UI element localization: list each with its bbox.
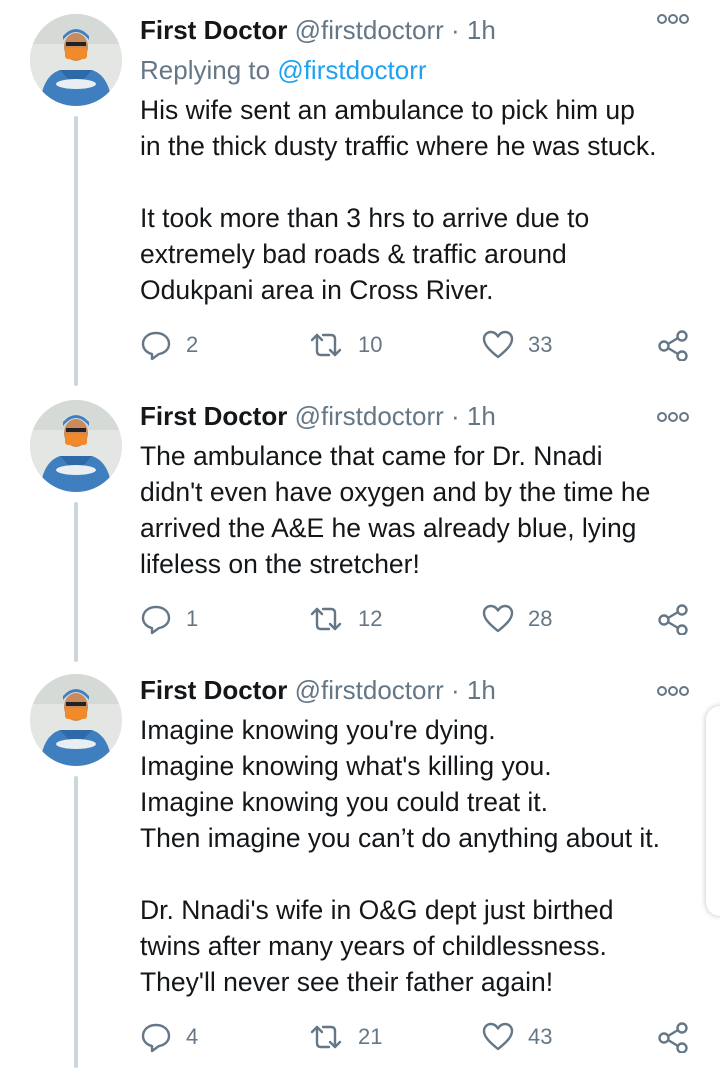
share-button[interactable] bbox=[656, 599, 690, 639]
avatar[interactable] bbox=[30, 674, 122, 766]
heart-icon bbox=[482, 1022, 514, 1051]
separator: · bbox=[451, 15, 460, 45]
thread-connector bbox=[74, 776, 78, 1068]
user-handle[interactable]: @firstdoctorr bbox=[295, 675, 444, 705]
retweet-count: 10 bbox=[358, 332, 383, 357]
like-count: 28 bbox=[528, 606, 553, 631]
user-handle[interactable]: @firstdoctorr bbox=[295, 15, 444, 45]
reply-icon bbox=[141, 605, 171, 635]
doctor-avatar-image bbox=[30, 400, 122, 492]
reply-button[interactable]: 2 bbox=[140, 325, 198, 365]
tweet-2[interactable]: First Doctor @firstdoctorr · 1h The ambu… bbox=[0, 390, 720, 670]
retweet-count: 21 bbox=[358, 1024, 383, 1049]
avatar[interactable] bbox=[30, 400, 122, 492]
reply-button[interactable]: 1 bbox=[140, 599, 198, 639]
tweet-actions: 1 12 28 bbox=[140, 599, 700, 639]
doctor-avatar-image bbox=[30, 674, 122, 766]
tweet-actions: 4 21 43 bbox=[140, 1017, 700, 1057]
like-count: 43 bbox=[528, 1024, 553, 1049]
more-options-icon[interactable] bbox=[656, 684, 690, 698]
doctor-avatar-image bbox=[30, 14, 122, 106]
reply-icon bbox=[141, 1023, 171, 1053]
share-icon bbox=[658, 330, 688, 361]
retweet-button[interactable]: 10 bbox=[308, 325, 382, 365]
avatar[interactable] bbox=[30, 14, 122, 106]
replying-to: Replying to @firstdoctorr bbox=[140, 52, 427, 88]
tweet-3[interactable]: First Doctor @firstdoctorr · 1h Imagine … bbox=[0, 670, 720, 1068]
tweet-header: First Doctor @firstdoctorr · 1h bbox=[140, 672, 496, 708]
like-button[interactable]: 28 bbox=[482, 599, 552, 639]
share-icon bbox=[658, 1022, 688, 1053]
replying-to-link[interactable]: @firstdoctorr bbox=[277, 55, 426, 85]
reply-button[interactable]: 4 bbox=[140, 1017, 198, 1057]
share-button[interactable] bbox=[656, 325, 690, 365]
tweet-text: The ambulance that came for Dr. Nnadi di… bbox=[140, 441, 651, 579]
tweet-actions: 2 10 33 bbox=[140, 325, 700, 365]
reply-icon bbox=[141, 331, 171, 361]
tweet-header: First Doctor @firstdoctorr · 1h bbox=[140, 398, 496, 434]
retweet-button[interactable]: 12 bbox=[308, 599, 382, 639]
timestamp[interactable]: 1h bbox=[467, 675, 496, 705]
tweet-header: First Doctor @firstdoctorr · 1h bbox=[140, 12, 496, 48]
like-count: 33 bbox=[528, 332, 553, 357]
more-options-icon[interactable] bbox=[656, 410, 690, 424]
timestamp[interactable]: 1h bbox=[467, 401, 496, 431]
retweet-icon bbox=[310, 1025, 342, 1049]
display-name[interactable]: First Doctor bbox=[140, 675, 287, 705]
heart-icon bbox=[482, 604, 514, 633]
reply-count: 1 bbox=[186, 606, 199, 631]
share-button[interactable] bbox=[656, 1017, 690, 1057]
like-button[interactable]: 33 bbox=[482, 325, 552, 365]
retweet-button[interactable]: 21 bbox=[308, 1017, 382, 1057]
share-icon bbox=[658, 604, 688, 635]
reply-count: 2 bbox=[186, 332, 199, 357]
tweet-text: His wife sent an ambulance to pick him u… bbox=[140, 95, 657, 305]
display-name[interactable]: First Doctor bbox=[140, 15, 287, 45]
replying-to-label: Replying to bbox=[140, 55, 271, 85]
edge-panel-handle[interactable] bbox=[706, 706, 720, 916]
more-options-icon[interactable] bbox=[656, 12, 690, 26]
retweet-count: 12 bbox=[358, 606, 383, 631]
user-handle[interactable]: @firstdoctorr bbox=[295, 401, 444, 431]
retweet-icon bbox=[310, 607, 342, 631]
retweet-icon bbox=[310, 333, 342, 357]
thread-connector bbox=[74, 116, 78, 386]
display-name[interactable]: First Doctor bbox=[140, 401, 287, 431]
like-button[interactable]: 43 bbox=[482, 1017, 552, 1057]
heart-icon bbox=[482, 330, 514, 359]
reply-count: 4 bbox=[186, 1024, 199, 1049]
separator: · bbox=[451, 401, 460, 431]
timestamp[interactable]: 1h bbox=[467, 15, 496, 45]
tweet-1[interactable]: First Doctor @firstdoctorr · 1h Replying… bbox=[0, 0, 720, 390]
thread-connector bbox=[74, 502, 78, 662]
tweet-text: Imagine knowing you're dying. Imagine kn… bbox=[140, 715, 661, 997]
separator: · bbox=[451, 675, 460, 705]
